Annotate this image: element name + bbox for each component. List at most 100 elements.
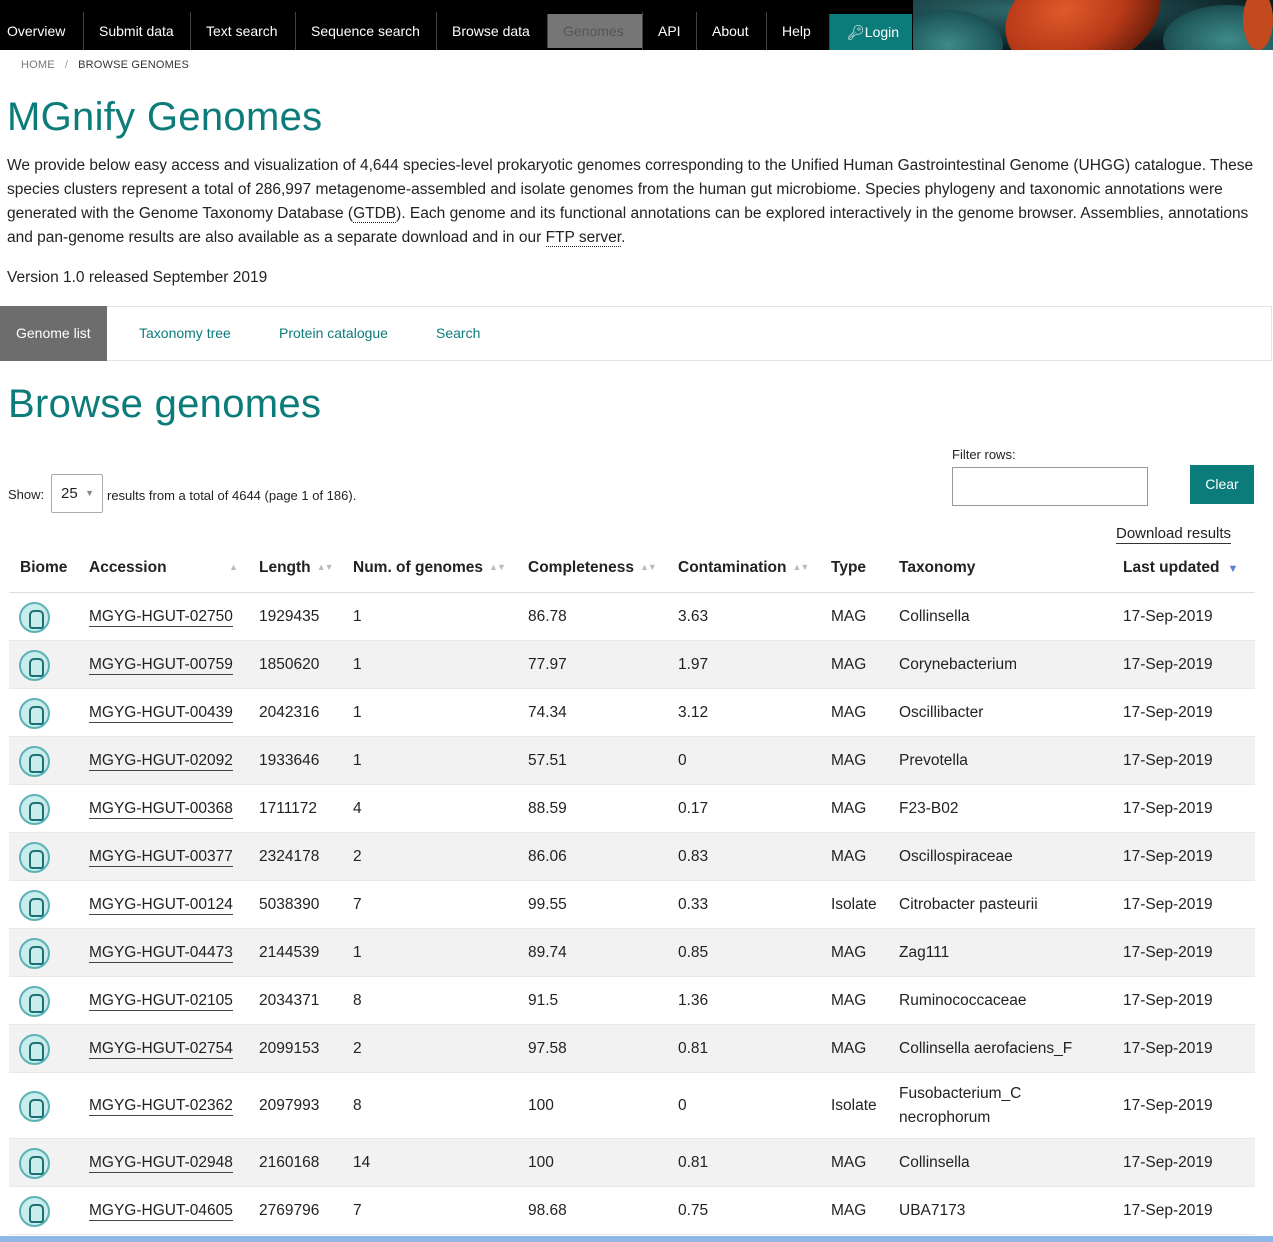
results-summary: results from a total of 4644 (page 1 of …: [107, 488, 357, 503]
taxonomy-cell: F23-B02: [899, 800, 959, 817]
taxonomy-cell: Collinsella: [899, 608, 970, 625]
accession-link[interactable]: MGYG-HGUT-02948: [89, 1154, 233, 1173]
table-header: Biome Accession ▲ Length ▲▼ Num. of genome…: [9, 544, 1255, 593]
accession-link[interactable]: MGYG-HGUT-00377: [89, 848, 233, 867]
tab-protein-catalogue[interactable]: Protein catalogue: [279, 306, 388, 361]
completeness-cell: 100: [528, 1154, 554, 1171]
completeness-cell: 98.68: [528, 1202, 567, 1219]
length-cell: 2042316: [259, 704, 320, 721]
accession-link[interactable]: MGYG-HGUT-00759: [89, 656, 233, 675]
table-row: MGYG-HGUT-02092 1933646 1 57.51 0 MAG Prevotel…: [9, 737, 1255, 785]
length-cell: 1850620: [259, 656, 320, 673]
type-cell: Isolate: [831, 1097, 877, 1114]
col-num-genomes[interactable]: Num. of genomes ▲▼: [353, 559, 506, 577]
table-body: MGYG-HGUT-02750 1929435 1 86.78 3.63 MAG Colli…: [9, 593, 1255, 1235]
taxonomy-cell: Oscillibacter: [899, 704, 984, 721]
last-updated-cell: 17-Sep-2019: [1123, 1097, 1213, 1114]
contamination-cell: 1.36: [678, 992, 709, 1009]
key-icon: 🔑︎: [847, 24, 865, 40]
human-gut-biome-icon: [19, 1033, 50, 1065]
download-results-link[interactable]: Download results: [1116, 525, 1232, 544]
contamination-cell: 0: [678, 1097, 687, 1114]
tab-taxonomy-tree[interactable]: Taxonomy tree: [139, 306, 231, 361]
num-genomes-cell: 8: [353, 992, 362, 1009]
accession-link[interactable]: MGYG-HGUT-00124: [89, 896, 233, 915]
tab-search[interactable]: Search: [436, 306, 480, 361]
contamination-cell: 3.63: [678, 608, 709, 625]
type-cell: MAG: [831, 608, 867, 625]
accession-link[interactable]: MGYG-HGUT-02754: [89, 1040, 233, 1059]
nav-genomes[interactable]: Genomes: [547, 14, 642, 48]
nav-sequence-search[interactable]: Sequence search: [295, 12, 435, 50]
num-genomes-cell: 7: [353, 1202, 362, 1219]
accession-link[interactable]: MGYG-HGUT-02750: [89, 608, 233, 627]
contamination-cell: 0.83: [678, 848, 709, 865]
contamination-cell: 0: [678, 752, 687, 769]
accession-link[interactable]: MGYG-HGUT-00439: [89, 704, 233, 723]
show-label: Show:: [8, 487, 45, 502]
nav-about[interactable]: About: [696, 12, 764, 50]
taxonomy-cell: Zag111: [899, 944, 950, 961]
sort-icon: ▲▼: [639, 562, 657, 572]
accession-link[interactable]: MGYG-HGUT-04605: [89, 1202, 233, 1221]
col-accession[interactable]: Accession ▲: [89, 559, 238, 577]
nav-text-search[interactable]: Text search: [190, 12, 293, 50]
top-navigation: Overview Submit data Text search Sequenc…: [0, 0, 1273, 50]
nav-api[interactable]: API: [642, 12, 696, 50]
taxonomy-cell: UBA7173: [899, 1202, 966, 1219]
last-updated-cell: 17-Sep-2019: [1123, 944, 1213, 961]
type-cell: MAG: [831, 800, 867, 817]
num-genomes-cell: 1: [353, 944, 362, 961]
nav-browse-data[interactable]: Browse data: [436, 12, 545, 50]
contamination-cell: 1.97: [678, 656, 709, 673]
num-genomes-cell: 1: [353, 656, 362, 673]
col-contamination[interactable]: Contamination ▲▼: [678, 559, 809, 577]
type-cell: MAG: [831, 1202, 867, 1219]
contamination-cell: 0.17: [678, 800, 709, 817]
breadcrumb-home[interactable]: HOME: [21, 59, 55, 71]
completeness-cell: 74.34: [528, 704, 567, 721]
clear-button[interactable]: Clear: [1190, 465, 1254, 504]
ftp-server-link[interactable]: FTP server: [545, 229, 622, 247]
page-size-select[interactable]: 25 ▼: [51, 474, 103, 513]
length-cell: 1933646: [259, 752, 320, 769]
num-genomes-cell: 1: [353, 752, 362, 769]
col-taxonomy: Taxonomy: [899, 559, 976, 576]
taxonomy-cell: Fusobacterium_C necrophorum: [899, 1085, 1022, 1126]
accession-link[interactable]: MGYG-HGUT-04473: [89, 944, 233, 963]
accession-link[interactable]: MGYG-HGUT-02362: [89, 1097, 233, 1116]
accession-link[interactable]: MGYG-HGUT-00368: [89, 800, 233, 819]
contamination-cell: 0.75: [678, 1202, 709, 1219]
login-button[interactable]: 🔑︎Login: [829, 14, 912, 50]
sort-icon: ▲▼: [489, 562, 506, 572]
col-completeness[interactable]: Completeness ▲▼: [528, 559, 657, 577]
gtdb-link[interactable]: GTDB: [353, 205, 397, 223]
accession-link[interactable]: MGYG-HGUT-02092: [89, 752, 233, 771]
type-cell: MAG: [831, 704, 867, 721]
last-updated-cell: 17-Sep-2019: [1123, 800, 1213, 817]
table-row: MGYG-HGUT-02105 2034371 8 91.5 1.36 MAG Rumino…: [9, 977, 1255, 1025]
col-biome: Biome: [20, 559, 68, 576]
tab-genome-list[interactable]: Genome list: [0, 306, 107, 361]
table-row: MGYG-HGUT-04473 2144539 1 89.74 0.85 MAG Zag11…: [9, 929, 1255, 977]
completeness-cell: 86.78: [528, 608, 567, 625]
sort-icon: ▲: [229, 562, 238, 572]
nav-help[interactable]: Help: [766, 12, 826, 50]
filter-input[interactable]: [952, 467, 1148, 506]
table-row: MGYG-HGUT-00377 2324178 2 86.06 0.83 MAG Oscil…: [9, 833, 1255, 881]
taxonomy-cell: Oscillospiraceae: [899, 848, 1013, 865]
length-cell: 2769796: [259, 1202, 320, 1219]
type-cell: MAG: [831, 752, 867, 769]
nav-overview[interactable]: Overview: [0, 12, 80, 50]
length-cell: 1711172: [259, 800, 318, 817]
last-updated-cell: 17-Sep-2019: [1123, 1154, 1213, 1171]
col-length[interactable]: Length ▲▼: [259, 559, 333, 577]
type-cell: MAG: [831, 944, 867, 961]
type-cell: MAG: [831, 656, 867, 673]
col-last-updated[interactable]: Last updated ▼: [1123, 559, 1238, 577]
num-genomes-cell: 4: [353, 800, 362, 817]
nav-submit-data[interactable]: Submit data: [83, 12, 189, 50]
accession-link[interactable]: MGYG-HGUT-02105: [89, 992, 233, 1011]
length-cell: 2034371: [259, 992, 320, 1009]
last-updated-cell: 17-Sep-2019: [1123, 704, 1213, 721]
